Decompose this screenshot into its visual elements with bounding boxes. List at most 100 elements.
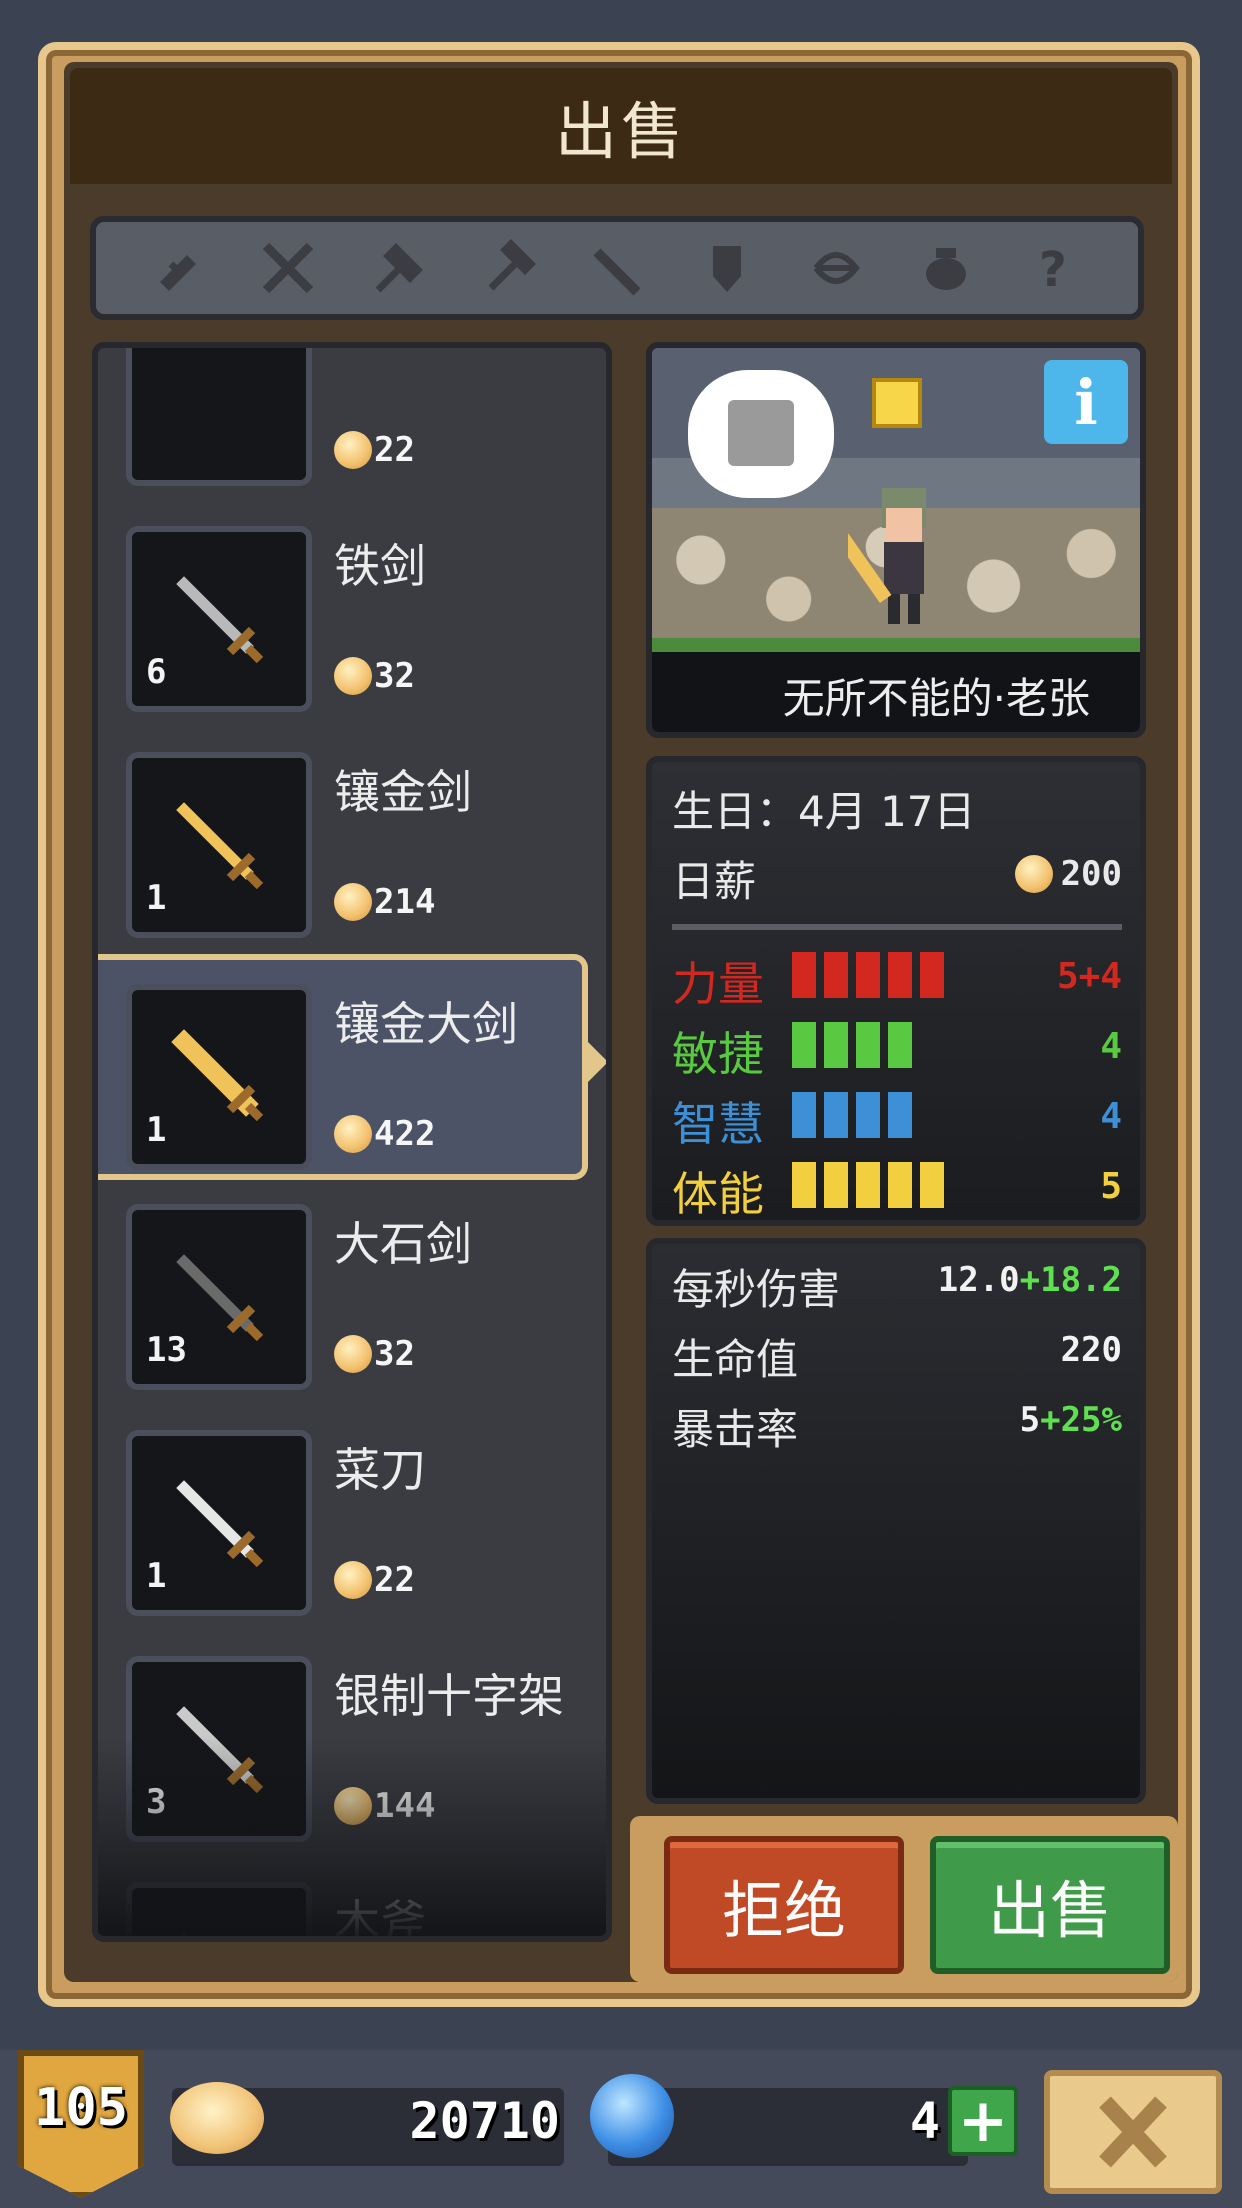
dps-bonus: +18.2	[1019, 1260, 1122, 1300]
salary-value: 200	[1060, 854, 1122, 894]
item-thumbnail: 13	[126, 1204, 312, 1390]
dps-label: 每秒伤害	[672, 1265, 841, 1314]
bow-icon[interactable]	[800, 232, 872, 304]
hero-sprite	[848, 488, 926, 624]
item-price-value: 422	[374, 1114, 436, 1154]
inventory-item[interactable]: 1 镶金大剑 422	[98, 954, 606, 1180]
thought-bubble	[688, 370, 834, 498]
item-price: 32	[334, 1334, 415, 1374]
dagger-icon[interactable]	[143, 232, 215, 304]
coin-icon	[334, 1561, 372, 1599]
item-price: 32	[334, 656, 415, 696]
title-bar: 出售	[70, 68, 1172, 184]
sword-icon[interactable]	[252, 232, 324, 304]
gem-icon	[590, 2074, 674, 2158]
gilded-sword-icon	[176, 802, 264, 890]
list-fade	[98, 1736, 606, 1936]
add-gems-button[interactable]: +	[948, 2086, 1018, 2156]
inventory-list[interactable]: 22 6 铁剑 32 1 镶金剑 214 1 镶金大剑 422 13 大石剑 3…	[92, 342, 612, 1942]
attribute-label: 敏捷	[672, 1027, 764, 1081]
shield-icon[interactable]	[691, 232, 763, 304]
attribute-bar-segment	[792, 952, 816, 998]
staff-icon[interactable]	[581, 232, 653, 304]
combat-stats-panel: 每秒伤害 12.0+18.2 生命值 220 暴击率 5+25%	[646, 1238, 1146, 1804]
level-value: 105	[34, 2078, 128, 2138]
reject-button[interactable]: 拒绝	[664, 1836, 904, 1974]
item-name: 镶金大剑	[334, 997, 518, 1051]
close-button[interactable]	[1044, 2070, 1222, 2194]
hp-row: 生命值 220	[672, 1326, 1122, 1386]
item-quantity: 13	[146, 1330, 187, 1370]
item-quantity: 1	[146, 1556, 167, 1596]
gold-coin-icon	[170, 2082, 264, 2154]
crit-bonus: +25%	[1040, 1400, 1122, 1440]
coin-icon	[1014, 855, 1053, 893]
dps-base: 12.0	[937, 1260, 1020, 1300]
coin-icon	[334, 657, 372, 695]
inventory-item[interactable]: 13 大石剑 32	[98, 1180, 606, 1406]
birthday-row: 生日：4月 17日	[672, 778, 1122, 839]
attribute-label: 力量	[672, 957, 764, 1011]
crit-row: 暴击率 5+25%	[672, 1396, 1122, 1456]
attribute-bar-segment	[888, 1092, 912, 1138]
inventory-scroll: 22 6 铁剑 32 1 镶金剑 214 1 镶金大剑 422 13 大石剑 3…	[98, 348, 606, 1936]
hammer-icon[interactable]	[471, 232, 543, 304]
hero-stats-panel: 生日：4月 17日 日薪 200 力量 5+4 敏捷 4 智慧 4 体能 5	[646, 756, 1146, 1226]
sell-button[interactable]: 出售	[930, 1836, 1170, 1974]
question-icon[interactable]: ?	[1019, 232, 1091, 304]
category-filter-bar: ?	[90, 216, 1144, 320]
item-name: 菜刀	[334, 1443, 426, 1497]
hp-label: 生命值	[672, 1335, 799, 1384]
gem-value: 4	[909, 2092, 940, 2150]
attribute-bar	[792, 1092, 912, 1138]
attribute-bar-segment	[888, 1162, 912, 1208]
inventory-item[interactable]: 1 镶金剑 214	[98, 728, 606, 954]
coin-icon	[334, 883, 372, 921]
item-quantity: 1	[146, 1110, 167, 1150]
attribute-bar-segment	[792, 1092, 816, 1138]
wanted-item-icon	[728, 400, 794, 466]
attribute-bar-segment	[920, 952, 944, 998]
item-price: 214	[334, 882, 435, 922]
close-icon	[1099, 2096, 1167, 2168]
inventory-item[interactable]: 1 菜刀 22	[98, 1406, 606, 1632]
salary-row: 日薪 200	[672, 848, 1122, 909]
item-price: 422	[334, 1114, 435, 1154]
attribute-bar-segment	[792, 1022, 816, 1068]
crit-base: 5	[1019, 1400, 1041, 1440]
inventory-item[interactable]: 6 铁剑 32	[98, 502, 606, 728]
attribute-bar-segment	[920, 1162, 944, 1208]
attribute-label: 体能	[672, 1167, 764, 1221]
coin-icon	[334, 431, 372, 469]
axe-icon[interactable]	[362, 232, 434, 304]
salary-label: 日薪	[672, 857, 757, 906]
attribute-value: 5+4	[1056, 956, 1122, 997]
item-name: 银制十字架	[334, 1669, 564, 1723]
angry-mood-icon	[872, 378, 922, 428]
attribute-bar-segment	[856, 1092, 880, 1138]
pot-icon[interactable]	[910, 232, 982, 304]
item-price-value: 32	[374, 1334, 415, 1374]
attribute-value: 4	[1100, 1096, 1122, 1137]
stats-divider	[672, 924, 1122, 930]
iron-sword-icon	[176, 576, 264, 664]
item-name: 镶金剑	[334, 765, 472, 819]
item-thumbnail: 1	[126, 752, 312, 938]
item-price-value: 214	[374, 882, 436, 922]
cleaver-icon	[176, 1480, 264, 1568]
inventory-item[interactable]: 22	[98, 348, 606, 502]
attribute-bar	[792, 952, 944, 998]
item-thumbnail: 6	[126, 526, 312, 712]
coin-icon	[334, 1335, 372, 1373]
hero-portrait: i 无所不能的·老张	[646, 342, 1146, 738]
info-button[interactable]: i	[1044, 360, 1128, 444]
item-price-value: 22	[374, 430, 415, 470]
hero-name: 无所不能的·老张	[782, 673, 1090, 723]
item-name: 铁剑	[334, 539, 426, 593]
attribute-bar-segment	[856, 1022, 880, 1068]
attribute-bar	[792, 1162, 944, 1208]
birthday-label: 生日：	[672, 787, 799, 836]
item-thumbnail	[126, 348, 312, 486]
attribute-bar-segment	[824, 1162, 848, 1208]
dps-value: 12.0+18.2	[938, 1260, 1122, 1300]
